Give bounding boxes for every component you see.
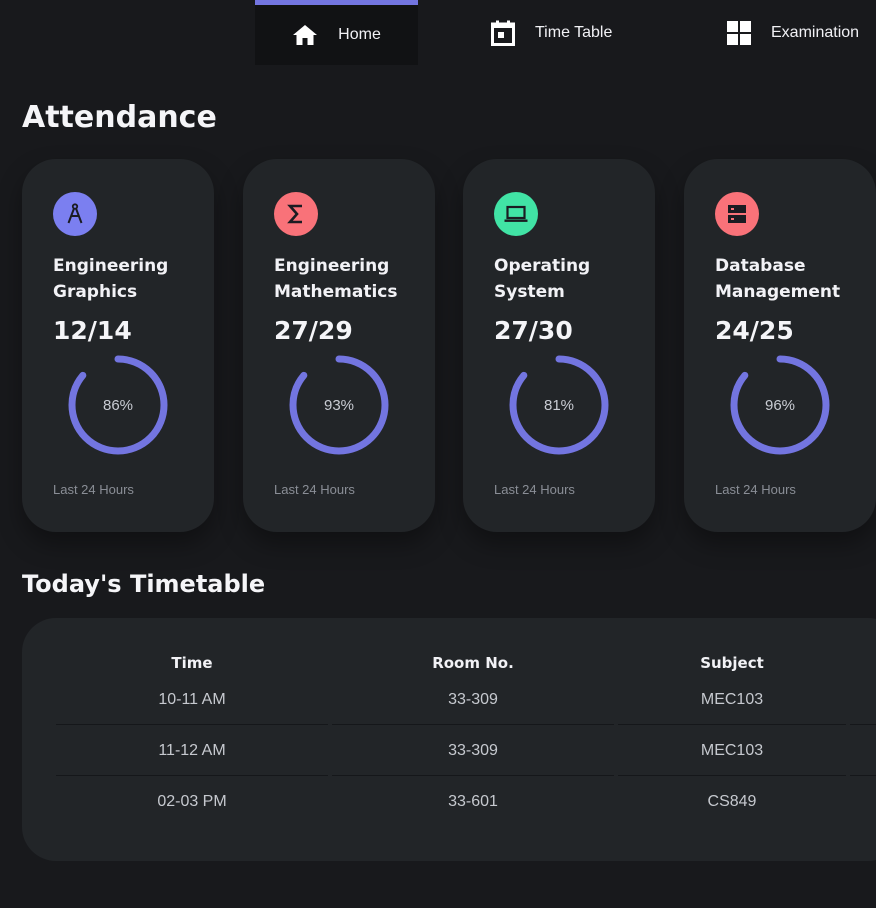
top-nav: Home Time Table Examination — [255, 0, 876, 65]
table-cell-time: 02-03 PM — [157, 793, 227, 810]
card-percent: 96% — [764, 396, 796, 414]
tab-home[interactable]: Home — [255, 0, 418, 65]
row-divider — [618, 775, 846, 776]
table-cell-time: 11-12 AM — [158, 742, 226, 759]
tab-time-table-label: Time Table — [535, 23, 613, 41]
timetable-panel: Time Room No. Subject 10-11 AM 33-309 ME… — [22, 618, 876, 861]
card-attended-count: 27/30 — [494, 316, 573, 345]
tab-examination-label: Examination — [771, 23, 860, 41]
attendance-card[interactable]: Engineering Mathematics 27/29 93% Last 2… — [243, 159, 435, 532]
timetable-title: Today's Timetable — [22, 570, 266, 598]
table-cell-room: 33-601 — [448, 793, 498, 810]
attendance-card[interactable]: Database Management 24/25 96% Last 24 Ho… — [684, 159, 876, 532]
card-period: Last 24 Hours — [494, 482, 575, 497]
column-header-subject: Subject — [700, 654, 764, 672]
tab-time-table[interactable]: Time Table — [491, 0, 612, 65]
card-attended-count: 27/29 — [274, 316, 353, 345]
server-icon — [715, 192, 759, 236]
table-cell-room: 33-309 — [448, 742, 498, 759]
table-cell-subject: MEC103 — [700, 691, 764, 708]
row-divider — [850, 775, 876, 776]
card-percent: 86% — [102, 396, 134, 414]
card-subject: Engineering Graphics — [53, 256, 169, 302]
card-subject: Database Management — [715, 256, 841, 302]
table-cell-time: 10-11 AM — [158, 691, 226, 708]
laptop-icon — [494, 192, 538, 236]
column-header-time: Time — [171, 654, 213, 672]
grid-icon — [727, 20, 751, 45]
calendar-icon — [491, 20, 515, 46]
compass-icon — [53, 192, 97, 236]
card-subject: Engineering Mathematics — [274, 256, 398, 302]
card-period: Last 24 Hours — [53, 482, 134, 497]
card-subject: Operating System — [494, 256, 591, 302]
row-divider — [850, 724, 876, 725]
tab-examination[interactable]: Examination — [727, 0, 859, 65]
card-percent: 93% — [323, 396, 355, 414]
home-icon — [292, 24, 318, 46]
row-divider — [332, 724, 614, 725]
row-divider — [618, 724, 846, 725]
card-attended-count: 24/25 — [715, 316, 794, 345]
card-period: Last 24 Hours — [715, 482, 796, 497]
tab-home-label: Home — [338, 26, 381, 43]
row-divider — [56, 724, 328, 725]
row-divider — [332, 775, 614, 776]
attendance-card[interactable]: Engineering Graphics 12/14 86% Last 24 H… — [22, 159, 214, 532]
attendance-title: Attendance — [22, 100, 217, 135]
row-divider — [56, 775, 328, 776]
attendance-card[interactable]: Operating System 27/30 81% Last 24 Hours — [463, 159, 655, 532]
card-attended-count: 12/14 — [53, 316, 132, 345]
table-cell-subject: CS849 — [707, 793, 757, 810]
table-cell-room: 33-309 — [448, 691, 498, 708]
card-period: Last 24 Hours — [274, 482, 355, 497]
table-cell-subject: MEC103 — [700, 742, 764, 759]
sigma-icon — [274, 192, 318, 236]
card-percent: 81% — [543, 396, 575, 414]
column-header-room: Room No. — [432, 654, 514, 672]
